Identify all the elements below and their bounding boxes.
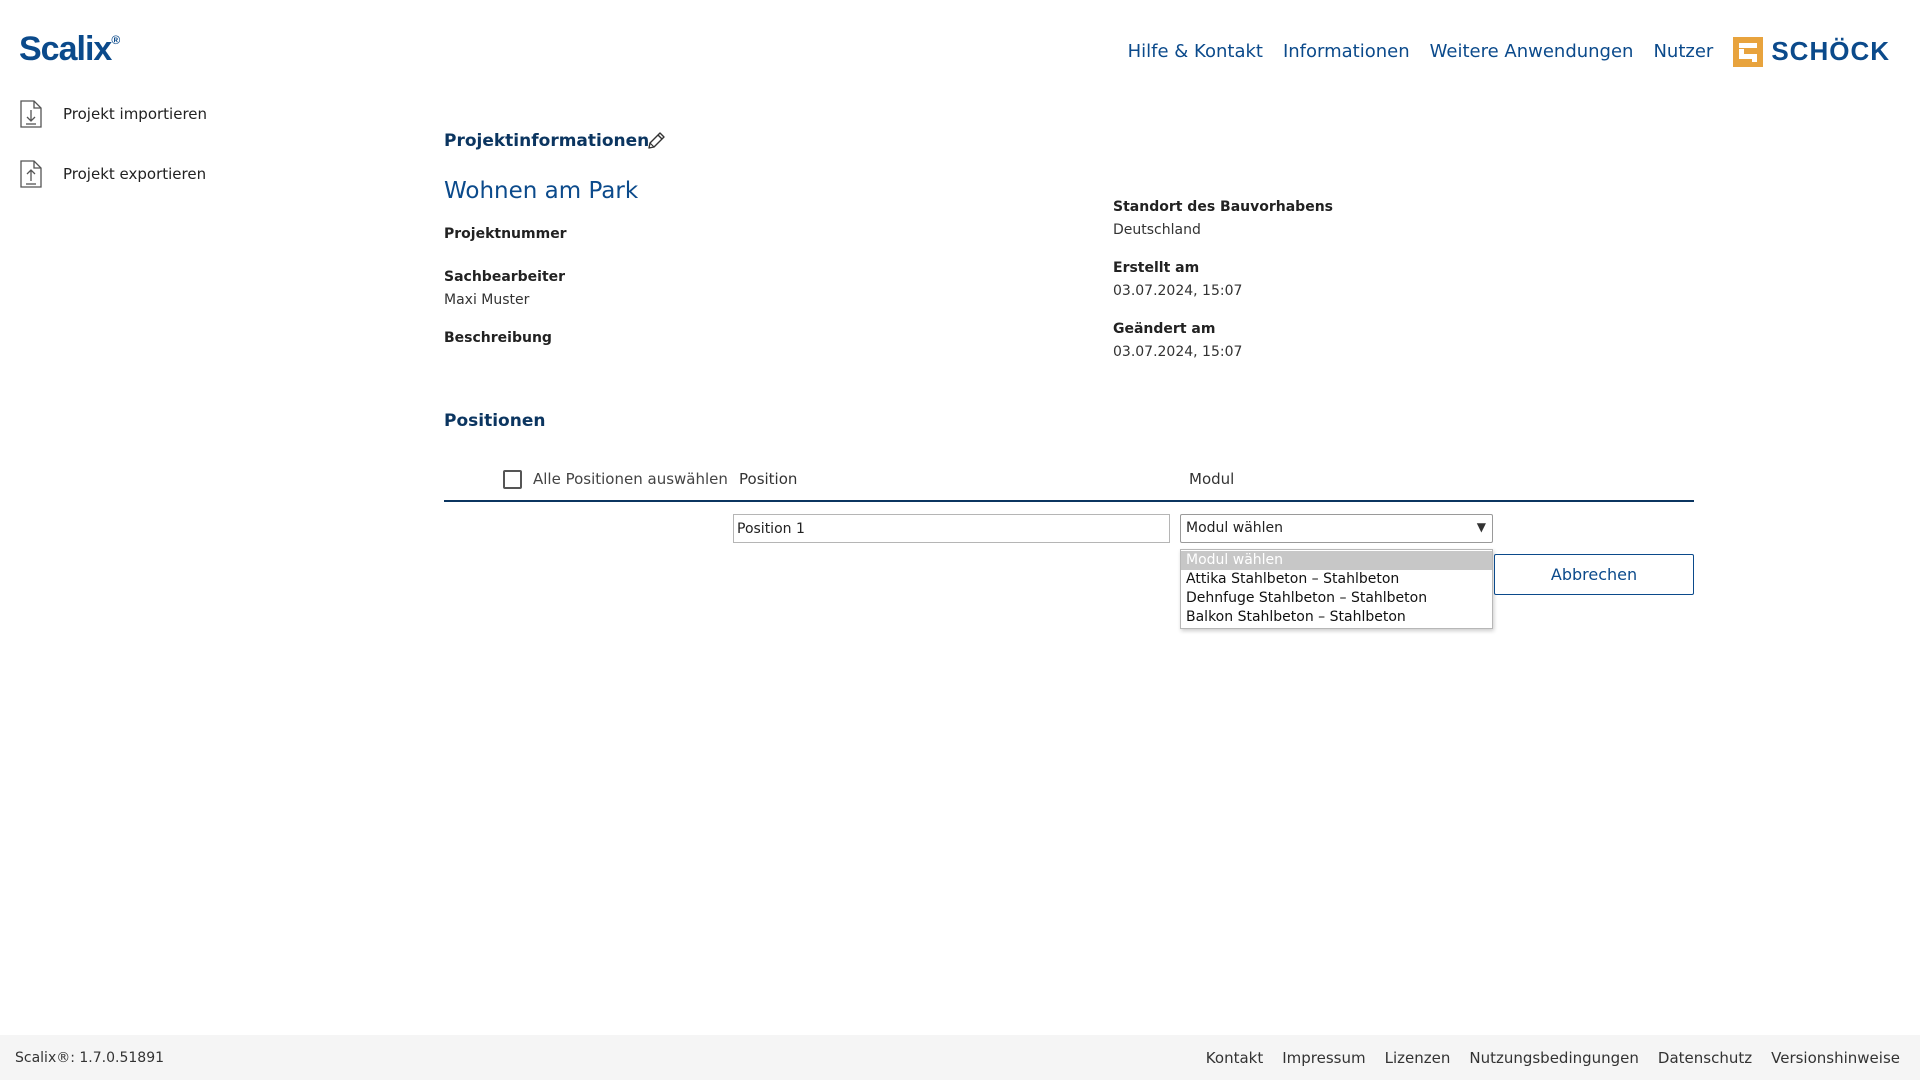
module-select[interactable]: Modul wählen ▼	[1180, 514, 1493, 543]
modified-label: Geändert am	[1113, 321, 1216, 337]
top-navigation: Hilfe & Kontakt Informationen Weitere An…	[1128, 36, 1890, 67]
positions-title: Positionen	[444, 411, 546, 431]
version-info: Scalix®: 1.7.0.51891	[15, 1050, 165, 1066]
module-dropdown-list: Modul wählen Attika Stahlbeton – Stahlbe…	[1180, 549, 1493, 629]
file-export-icon	[20, 160, 42, 188]
modified-value: 03.07.2024, 15:07	[1113, 344, 1243, 360]
project-info-title: Projektinformationen	[444, 131, 650, 151]
column-header-module: Modul	[1189, 470, 1235, 488]
select-all-label[interactable]: Alle Positionen auswählen	[533, 470, 728, 488]
footer-link-release-notes[interactable]: Versionshinweise	[1771, 1049, 1900, 1067]
clerk-value: Maxi Muster	[444, 292, 530, 308]
cancel-button[interactable]: Abbrechen	[1494, 554, 1694, 595]
module-option-dehnfuge[interactable]: Dehnfuge Stahlbeton – Stahlbeton	[1181, 589, 1492, 608]
pencil-icon[interactable]	[646, 131, 666, 151]
location-value: Deutschland	[1113, 222, 1201, 238]
file-import-icon	[20, 100, 42, 128]
nav-information[interactable]: Informationen	[1283, 41, 1410, 62]
select-all-checkbox[interactable]	[503, 470, 522, 489]
module-select-value: Modul wählen	[1186, 520, 1284, 536]
logo-text: SCHÖCK	[1771, 36, 1890, 66]
module-option-attika[interactable]: Attika Stahlbeton – Stahlbeton	[1181, 570, 1492, 589]
footer: Scalix®: 1.7.0.51891 Kontakt Impressum L…	[0, 1035, 1920, 1080]
nav-user[interactable]: Nutzer	[1653, 41, 1713, 62]
sidebar-item-export-project[interactable]: Projekt exportieren	[19, 160, 206, 188]
module-option-none[interactable]: Modul wählen	[1181, 551, 1492, 570]
brand-mark: ®	[111, 32, 121, 47]
app-brand[interactable]: Scalix®	[19, 30, 120, 69]
footer-link-privacy[interactable]: Datenschutz	[1658, 1049, 1752, 1067]
project-number-label: Projektnummer	[444, 226, 567, 242]
location-label: Standort des Bauvorhabens	[1113, 199, 1333, 215]
sidebar-item-import-project[interactable]: Projekt importieren	[19, 100, 207, 128]
brand-name: Scalix	[19, 30, 112, 68]
nav-help-contact[interactable]: Hilfe & Kontakt	[1128, 41, 1263, 62]
module-option-balkon[interactable]: Balkon Stahlbeton – Stahlbeton	[1181, 608, 1492, 627]
footer-link-imprint[interactable]: Impressum	[1282, 1049, 1365, 1067]
created-label: Erstellt am	[1113, 260, 1200, 276]
project-name: Wohnen am Park	[444, 178, 639, 204]
description-label: Beschreibung	[444, 330, 552, 346]
footer-links: Kontakt Impressum Lizenzen Nutzungsbedin…	[1187, 1049, 1900, 1067]
schoeck-logo[interactable]: SCHÖCK	[1733, 36, 1890, 67]
nav-more-apps[interactable]: Weitere Anwendungen	[1430, 41, 1634, 62]
position-name-input[interactable]	[733, 514, 1170, 543]
column-header-position: Position	[739, 470, 798, 488]
schoeck-logo-icon	[1733, 36, 1764, 67]
chevron-down-icon: ▼	[1476, 520, 1486, 534]
sidebar-item-label: Projekt exportieren	[63, 165, 207, 183]
footer-link-licenses[interactable]: Lizenzen	[1385, 1049, 1451, 1067]
clerk-label: Sachbearbeiter	[444, 269, 566, 285]
footer-link-terms[interactable]: Nutzungsbedingungen	[1469, 1049, 1639, 1067]
footer-link-contact[interactable]: Kontakt	[1206, 1049, 1263, 1067]
sidebar-item-label: Projekt importieren	[63, 105, 208, 123]
created-value: 03.07.2024, 15:07	[1113, 283, 1243, 299]
